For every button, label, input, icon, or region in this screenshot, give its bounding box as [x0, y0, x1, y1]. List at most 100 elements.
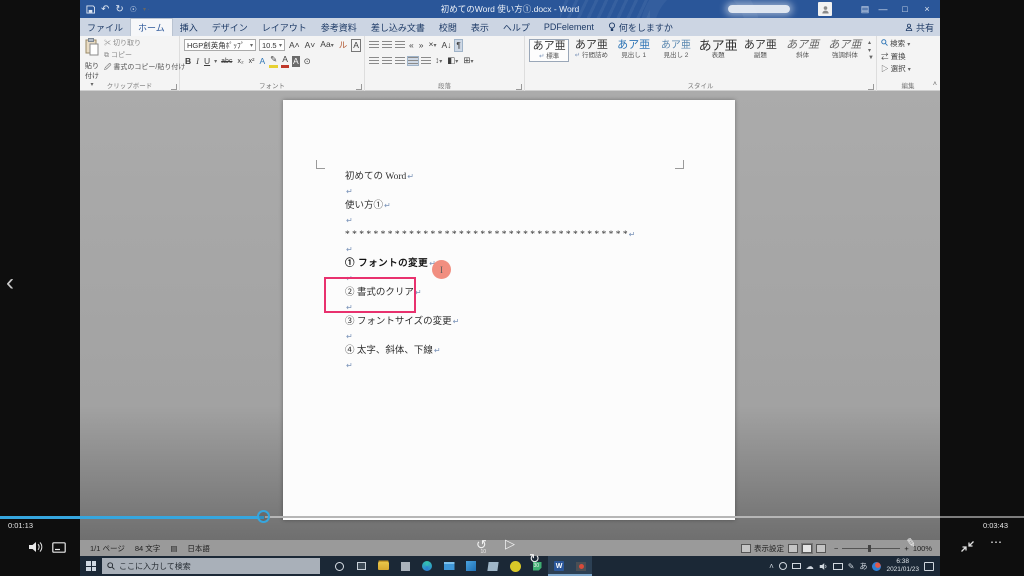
- style-emphasis[interactable]: あア亜 斜体: [783, 39, 823, 62]
- taskbar-onenote[interactable]: [482, 556, 504, 576]
- language-indicator[interactable]: 日本語: [187, 543, 210, 554]
- shrink-player-icon[interactable]: [960, 540, 975, 553]
- style-title[interactable]: あア亜 表題: [698, 39, 738, 62]
- tab-help[interactable]: ヘルプ: [496, 18, 537, 36]
- align-right-icon[interactable]: [395, 57, 405, 65]
- show-formatting-marks-icon[interactable]: ¶: [454, 38, 463, 52]
- taskbar-file-explorer[interactable]: [372, 556, 394, 576]
- taskbar-edge[interactable]: [416, 556, 438, 576]
- taskbar-photos[interactable]: [460, 556, 482, 576]
- dialog-launcher-icon[interactable]: [356, 84, 362, 90]
- tab-review[interactable]: 校閲: [432, 18, 464, 36]
- borders-icon[interactable]: ⊞▾: [462, 55, 474, 68]
- style-heading2[interactable]: あア亜 見出し 2: [656, 39, 696, 62]
- tab-insert[interactable]: 挿入: [173, 18, 205, 36]
- styles-scroll-down-icon[interactable]: ▾: [868, 47, 874, 54]
- find-button[interactable]: 検索 ▾: [881, 38, 937, 51]
- decrease-indent-icon[interactable]: «: [408, 40, 415, 51]
- select-button[interactable]: ▷ 選択 ▾: [881, 63, 937, 76]
- tab-mailings[interactable]: 差し込み文書: [364, 18, 432, 36]
- taskbar-search-box[interactable]: ここに入力して検索: [102, 558, 320, 574]
- font-name-combo[interactable]: HGP創英角ﾎﾟｯﾌﾟ ▾: [184, 39, 256, 51]
- volume-icon[interactable]: [28, 541, 45, 553]
- shading-icon[interactable]: ◧▾: [446, 55, 459, 68]
- taskbar-cortana[interactable]: [328, 556, 350, 576]
- play-button[interactable]: ▷: [505, 536, 515, 552]
- ribbon-tab-row: ファイル ホーム 挿入 デザイン レイアウト 参考資料 差し込み文書 校閲 表示…: [80, 18, 940, 36]
- asian-layout-icon[interactable]: ×▾: [427, 39, 437, 52]
- dialog-launcher-icon[interactable]: [868, 84, 874, 90]
- superscript-icon[interactable]: x²: [248, 56, 256, 67]
- taskbar-store[interactable]: [394, 556, 416, 576]
- format-painter-button[interactable]: 🖉 書式のコピー/貼り付け: [104, 62, 185, 74]
- font-size-combo[interactable]: 10.5 ▾: [259, 39, 285, 51]
- style-heading1[interactable]: あア亜 見出し 1: [614, 39, 654, 62]
- replace-button[interactable]: ⇄ 置換: [881, 51, 937, 63]
- copy-button[interactable]: ⧉ コピー: [104, 50, 185, 62]
- close-button[interactable]: ×: [914, 0, 940, 18]
- word-count[interactable]: 84 文字: [135, 543, 160, 554]
- bullets-icon[interactable]: [369, 41, 379, 49]
- taskbar-mail[interactable]: [438, 556, 460, 576]
- increase-indent-icon[interactable]: »: [418, 40, 425, 51]
- numbering-icon[interactable]: [382, 41, 392, 49]
- font-color-icon[interactable]: A: [281, 54, 289, 68]
- forward-30-button[interactable]: ↻ 30: [529, 552, 1024, 569]
- tab-design[interactable]: デザイン: [205, 18, 255, 36]
- italic-button[interactable]: I: [195, 56, 200, 67]
- tab-pdfelement[interactable]: PDFelement: [537, 18, 601, 36]
- subscript-icon[interactable]: x₂: [236, 56, 244, 67]
- justify-icon[interactable]: [407, 56, 419, 66]
- start-button[interactable]: [80, 556, 102, 576]
- user-avatar[interactable]: [818, 2, 832, 16]
- captions-panel-icon[interactable]: [52, 542, 66, 553]
- share-button[interactable]: 共有: [905, 18, 934, 36]
- more-options-button[interactable]: ⋯: [990, 535, 1003, 549]
- style-intense-emphasis[interactable]: あア亜 強調斜体: [825, 39, 865, 62]
- proofing-icon[interactable]: ▤: [170, 544, 177, 553]
- multilevel-list-icon[interactable]: [395, 41, 405, 49]
- change-case-icon[interactable]: Aa▾: [319, 39, 334, 52]
- grow-font-icon[interactable]: A˄: [288, 40, 301, 51]
- search-icon: [881, 39, 888, 46]
- tell-me-box[interactable]: 何をしますか: [601, 18, 680, 36]
- video-frame[interactable]: ↶ ↻ ☉ ▾ · 初めてのWord 使い方①.docx - Word ▤ — …: [80, 0, 940, 576]
- highlight-color-icon[interactable]: ✎: [269, 54, 279, 68]
- distribute-icon[interactable]: [421, 57, 431, 65]
- dialog-launcher-icon[interactable]: [516, 84, 522, 90]
- dialog-launcher-icon[interactable]: [171, 84, 177, 90]
- enclose-border-icon[interactable]: A: [351, 38, 361, 52]
- strikethrough-icon[interactable]: abc: [220, 56, 233, 67]
- tab-references[interactable]: 参考資料: [314, 18, 364, 36]
- enclose-characters-icon[interactable]: ⊙: [303, 56, 312, 67]
- cut-button[interactable]: ✂ 切り取り: [104, 38, 185, 50]
- styles-scroll-up-icon[interactable]: ▴: [868, 39, 874, 46]
- document-page[interactable]: 初めての Word↵ ↵ 使い方①↵ ↵ * * * * * * * * * *…: [283, 100, 735, 520]
- taskbar-task-view[interactable]: [350, 556, 372, 576]
- style-subtitle[interactable]: あア亜 副題: [740, 39, 780, 62]
- tab-file[interactable]: ファイル: [80, 18, 130, 36]
- page-count[interactable]: 1/1 ページ: [90, 543, 125, 554]
- ruby-icon[interactable]: ル: [338, 40, 349, 51]
- paragraph-mark-icon: ↵: [346, 244, 353, 254]
- player-back-button[interactable]: ‹: [6, 271, 14, 295]
- underline-button[interactable]: U: [203, 56, 211, 67]
- align-center-icon[interactable]: [382, 57, 392, 65]
- sort-icon[interactable]: A↓: [440, 40, 452, 51]
- style-normal[interactable]: あア亜 ↵ 標準: [529, 39, 570, 62]
- character-shading-icon[interactable]: A: [291, 55, 300, 67]
- shrink-font-icon[interactable]: A˅: [304, 40, 317, 51]
- text-effects-icon[interactable]: A: [259, 56, 267, 67]
- rewind-10-button[interactable]: ↺ 10: [476, 538, 1024, 555]
- collapse-ribbon-icon[interactable]: ˄: [933, 81, 937, 88]
- line-spacing-icon[interactable]: ↕▾: [434, 55, 443, 68]
- tab-view[interactable]: 表示: [464, 18, 496, 36]
- taskbar-yellow-app[interactable]: [504, 556, 526, 576]
- style-no-spacing[interactable]: あア亜 ↵ 行間詰め: [571, 39, 611, 62]
- styles-gallery-more-icon[interactable]: ▼: [868, 55, 874, 61]
- timeline-handle[interactable]: [257, 510, 270, 523]
- bold-button[interactable]: B: [184, 56, 192, 67]
- align-left-icon[interactable]: [369, 57, 379, 65]
- tab-home[interactable]: ホーム: [130, 18, 173, 36]
- tab-layout[interactable]: レイアウト: [255, 18, 314, 36]
